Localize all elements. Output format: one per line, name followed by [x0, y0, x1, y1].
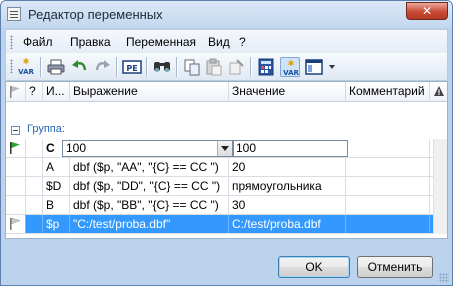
window-title: Редактор переменных: [28, 7, 163, 22]
menu-file[interactable]: Файл: [23, 35, 53, 49]
row-flag-cell: [6, 177, 26, 195]
row-comment[interactable]: [346, 158, 430, 176]
chevron-down-icon[interactable]: [217, 141, 232, 156]
table-row[interactable]: $D dbf ($p, "DD", "{C} == CC ") прямоуго…: [6, 177, 447, 196]
group-label: Группа:: [27, 123, 65, 135]
row-name: $D: [43, 177, 70, 195]
close-button[interactable]: ✕: [406, 2, 448, 20]
row-flag-cell: [6, 139, 26, 157]
ok-button[interactable]: OK: [278, 256, 350, 278]
toolbar: ✱ VAR PE ✱ VAR: [5, 53, 448, 81]
print-icon[interactable]: [46, 57, 66, 77]
dialog-footer: OK Отменить: [1, 239, 452, 285]
header-flag-column[interactable]: [6, 82, 26, 102]
row-comment[interactable]: [346, 177, 430, 195]
menu-bar: Файл Правка Переменная Вид ?: [5, 29, 448, 53]
header-comment[interactable]: Комментарий: [346, 82, 430, 102]
row-status-cell: [26, 177, 43, 195]
clear-icon[interactable]: [226, 57, 246, 77]
header-expression[interactable]: Выражение: [70, 82, 229, 102]
row-name: A: [43, 158, 70, 176]
flag-icon: [10, 86, 20, 98]
calculator-icon[interactable]: [256, 57, 276, 77]
warning-icon: [434, 86, 444, 96]
paste-icon[interactable]: [204, 57, 224, 77]
copy-icon[interactable]: [182, 57, 202, 77]
row-value: 30: [229, 196, 346, 214]
table-row[interactable]: C 100 100: [6, 139, 447, 158]
grid-header: ? И... Выражение Значение Комментарий: [6, 82, 447, 102]
row-expression[interactable]: dbf ($p, "AA", "{C} == CC "): [70, 158, 229, 176]
menu-view[interactable]: Вид: [208, 35, 230, 49]
svg-text:✱: ✱: [288, 59, 295, 68]
gray-flag-icon: [10, 217, 21, 230]
menu-help[interactable]: ?: [239, 35, 246, 49]
row-comment[interactable]: [346, 139, 430, 157]
app-icon: [7, 7, 21, 21]
resize-grip-icon[interactable]: [439, 273, 449, 283]
undo-icon[interactable]: [70, 57, 90, 77]
row-name: $p: [43, 215, 70, 233]
toolbar-grip-icon[interactable]: [10, 59, 13, 73]
row-flag-cell: [6, 196, 26, 214]
expression-combobox[interactable]: 100: [62, 140, 233, 157]
menubar-grip-icon[interactable]: [10, 35, 13, 49]
find-icon[interactable]: [152, 57, 172, 77]
row-expression[interactable]: "C:/test/proba.dbf": [70, 215, 229, 233]
vertical-scrollbar[interactable]: [433, 139, 447, 234]
header-value[interactable]: Значение: [229, 82, 346, 102]
row-flag-cell: [6, 158, 26, 176]
header-name[interactable]: И...: [43, 82, 70, 102]
toolbar-separator: [146, 57, 147, 77]
green-flag-icon: [10, 142, 20, 154]
table-row[interactable]: A dbf ($p, "AA", "{C} == CC ") 20: [6, 158, 447, 177]
row-value: C:/test/proba.dbf: [229, 215, 346, 233]
row-status-cell: [26, 215, 43, 233]
toolbar-separator: [116, 57, 117, 77]
header-warning[interactable]: [430, 82, 447, 102]
variable-editor-window: Редактор переменных ✕ Файл Правка Переме…: [0, 0, 453, 286]
toolbar-separator: [176, 57, 177, 77]
table-row[interactable]: B dbf ($p, "BB", "{C} == CC ") 30: [6, 196, 447, 215]
group-collapse-toggle[interactable]: [11, 126, 20, 135]
row-expression[interactable]: dbf ($p, "DD", "{C} == CC "): [70, 177, 229, 195]
row-comment[interactable]: [346, 196, 430, 214]
add-variable-icon[interactable]: ✱ VAR: [16, 57, 36, 77]
variables-grid: ? И... Выражение Значение Комментарий Гр…: [5, 81, 448, 239]
expression-combobox-value: 100: [66, 141, 87, 155]
value-edit-field[interactable]: 100: [233, 140, 348, 157]
row-name: B: [43, 196, 70, 214]
menu-variable[interactable]: Переменная: [126, 35, 196, 49]
toolbar-separator: [250, 57, 251, 77]
pe-icon[interactable]: PE: [122, 57, 142, 77]
title-bar[interactable]: Редактор переменных ✕: [1, 1, 452, 28]
menu-edit[interactable]: Правка: [70, 35, 111, 49]
row-status-cell: [26, 139, 43, 157]
row-status-cell: [26, 196, 43, 214]
variable-view-icon[interactable]: ✱ VAR: [280, 57, 300, 77]
var-view-text: VAR: [283, 69, 299, 77]
redo-icon[interactable]: [92, 57, 112, 77]
cancel-button[interactable]: Отменить: [357, 256, 433, 278]
header-status[interactable]: ?: [26, 82, 43, 102]
window-icon[interactable]: [304, 57, 324, 77]
table-row-selected[interactable]: $p "C:/test/proba.dbf" C:/test/proba.dbf: [6, 215, 447, 234]
row-expression[interactable]: dbf ($p, "BB", "{C} == CC "): [70, 196, 229, 214]
row-flag-cell: [6, 215, 26, 233]
row-comment[interactable]: [346, 215, 430, 233]
row-status-cell: [26, 158, 43, 176]
row-value: 20: [229, 158, 346, 176]
pe-text: PE: [126, 64, 137, 73]
svg-text:✱: ✱: [23, 57, 30, 66]
toolbar-overflow-icon[interactable]: [328, 61, 336, 73]
row-value: прямоугольника: [229, 177, 346, 195]
toolbar-separator: [40, 57, 41, 77]
var-text: VAR: [18, 68, 34, 76]
